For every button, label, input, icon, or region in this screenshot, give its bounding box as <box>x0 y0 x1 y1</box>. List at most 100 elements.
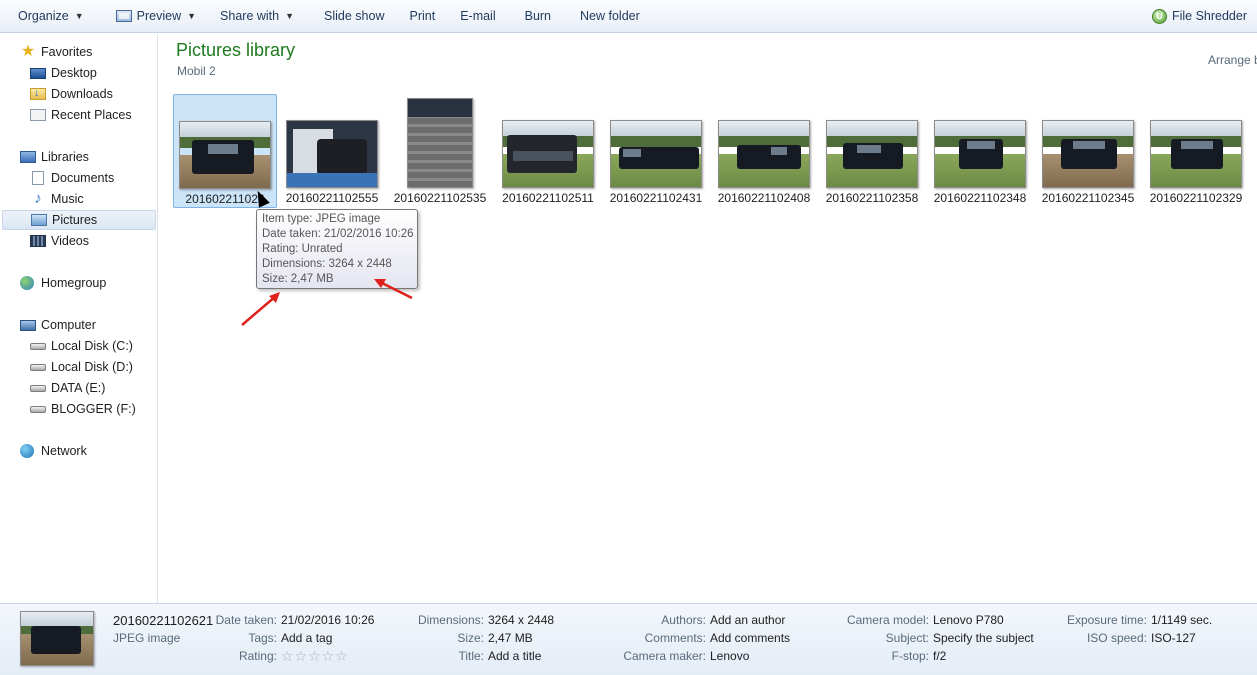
nav-favorites-label: Favorites <box>41 45 93 59</box>
chevron-down-icon: ▼ <box>74 11 84 21</box>
nav-disk-c-label: Local Disk (C:) <box>51 339 133 353</box>
nav-documents[interactable]: Documents <box>2 168 156 188</box>
nav-pictures-label: Pictures <box>52 213 98 227</box>
nav-pictures[interactable]: Pictures <box>2 210 156 230</box>
email-button[interactable]: E-mail <box>452 3 503 29</box>
file-item[interactable]: 20160221102329 <box>1144 94 1248 208</box>
nav-computer[interactable]: Computer <box>2 315 156 335</box>
file-item[interactable]: 20160221102345 <box>1036 94 1140 208</box>
iso-label-wrap: ISO speed: <box>0 630 1147 646</box>
annotation-arrow-icon <box>241 292 280 326</box>
downloads-icon <box>30 87 46 100</box>
file-name: 20160221102358 <box>825 191 919 205</box>
nav-libraries-label: Libraries <box>41 150 89 164</box>
file-name: 20160221102408 <box>717 191 811 205</box>
nav-network-label: Network <box>41 444 87 458</box>
nav-homegroup-label: Homegroup <box>41 276 107 290</box>
slide-show-button[interactable]: Slide show <box>316 3 392 29</box>
arrange-by-dropdown[interactable]: Arrange b <box>1208 53 1257 67</box>
nav-videos-label: Videos <box>51 234 89 248</box>
pictures-icon <box>31 214 47 226</box>
preview-label: Preview <box>136 9 182 23</box>
photo-thumbnail <box>502 120 594 188</box>
fstop-value[interactable]: f/2 <box>933 648 946 664</box>
share-with-button[interactable]: Share with ▼ <box>212 3 302 29</box>
nav-recent-places[interactable]: Recent Places <box>2 105 156 125</box>
exposure-time-value[interactable]: 1/1149 sec. <box>1151 612 1212 628</box>
tooltip-dimensions: Dimensions: 3264 x 2448 <box>262 258 392 270</box>
hard-disk-icon <box>30 363 46 371</box>
nav-videos[interactable]: Videos <box>2 231 156 251</box>
file-item[interactable]: 20160221102511 <box>496 94 600 208</box>
hard-disk-icon <box>30 342 46 350</box>
file-name: 20160221102329 <box>1149 191 1243 205</box>
page-title: Pictures library <box>176 40 296 60</box>
hard-disk-icon <box>30 405 46 413</box>
nav-disk-d[interactable]: Local Disk (D:) <box>2 357 156 377</box>
page-subtitle: Mobil 2 <box>177 64 216 78</box>
file-shredder-label: File Shredder <box>1171 9 1247 23</box>
file-item[interactable]: 20160221102358 <box>820 94 924 208</box>
nav-disk-e[interactable]: DATA (E:) <box>2 378 156 398</box>
computer-icon <box>20 319 36 331</box>
details-pane: 20160221102621 JPEG image Date taken: 21… <box>0 603 1257 675</box>
nav-network[interactable]: Network <box>2 441 156 461</box>
file-item[interactable]: 20160221102348 <box>928 94 1032 208</box>
nav-downloads[interactable]: Downloads <box>2 84 156 104</box>
nav-desktop[interactable]: Desktop <box>2 63 156 83</box>
share-with-label: Share with <box>220 9 280 23</box>
file-item[interactable]: 20160221102408 <box>712 94 816 208</box>
tooltip-item-type: Item type: JPEG image <box>262 213 381 225</box>
file-item[interactable]: 20160221102535 <box>388 94 492 208</box>
file-shredder-icon: U <box>1151 8 1167 24</box>
navigation-pane: ★ Favorites Desktop Downloads Recent Pla… <box>0 34 158 603</box>
nav-disk-c[interactable]: Local Disk (C:) <box>2 336 156 356</box>
exposure-label-wrap: Exposure time: <box>0 612 1147 628</box>
hard-disk-icon <box>30 384 46 392</box>
fstop-label: F-stop: <box>891 649 929 663</box>
new-folder-button[interactable]: New folder <box>572 3 648 29</box>
nav-recent-places-label: Recent Places <box>51 108 132 122</box>
tooltip-rating: Rating: Unrated <box>262 243 343 255</box>
photo-thumbnail <box>1150 120 1242 188</box>
file-name: 20160221102511 <box>502 191 594 205</box>
photo-thumbnail <box>718 120 810 188</box>
file-name: 20160221102431 <box>609 191 703 205</box>
file-name: 20160221102345 <box>1041 191 1135 205</box>
nav-homegroup[interactable]: Homegroup <box>2 273 156 293</box>
iso-speed-value[interactable]: ISO-127 <box>1151 630 1196 646</box>
photo-thumbnail <box>1042 120 1134 188</box>
exposure-time-label: Exposure time: <box>1066 613 1147 627</box>
star-icon: ★ <box>20 43 36 60</box>
nav-disk-f[interactable]: BLOGGER (F:) <box>2 399 156 419</box>
print-button[interactable]: Print <box>401 3 443 29</box>
nav-music-label: Music <box>51 192 84 206</box>
nav-desktop-label: Desktop <box>51 66 97 80</box>
desktop-icon <box>30 67 46 79</box>
preview-icon <box>115 10 132 22</box>
nav-downloads-label: Downloads <box>51 87 113 101</box>
nav-disk-e-label: DATA (E:) <box>51 381 106 395</box>
chevron-down-icon: ▼ <box>187 11 197 21</box>
videos-icon <box>30 235 46 247</box>
file-item[interactable]: 20160221102431 <box>604 94 708 208</box>
libraries-icon <box>20 151 36 163</box>
preview-button[interactable]: Preview ▼ <box>108 3 204 29</box>
network-icon <box>20 444 34 458</box>
file-name: 20160221102555 <box>285 191 379 205</box>
nav-favorites[interactable]: ★ Favorites <box>2 42 156 62</box>
file-name: 20160221102535 <box>393 191 487 205</box>
nav-disk-d-label: Local Disk (D:) <box>51 360 133 374</box>
command-bar: Organize ▼ Preview ▼ Share with ▼ Slide … <box>0 0 1257 33</box>
nav-libraries[interactable]: Libraries <box>2 147 156 167</box>
photo-thumbnail <box>179 121 271 189</box>
recent-places-icon <box>30 109 46 121</box>
iso-speed-label: ISO speed: <box>1086 631 1147 645</box>
file-shredder-button[interactable]: U File Shredder <box>1151 3 1247 29</box>
photo-thumbnail <box>407 98 473 188</box>
nav-music[interactable]: ♪ Music <box>2 189 156 209</box>
burn-button[interactable]: Burn <box>517 3 559 29</box>
file-item[interactable]: 20160221102555 <box>280 94 384 208</box>
homegroup-icon <box>20 276 34 290</box>
organize-button[interactable]: Organize ▼ <box>10 3 92 29</box>
